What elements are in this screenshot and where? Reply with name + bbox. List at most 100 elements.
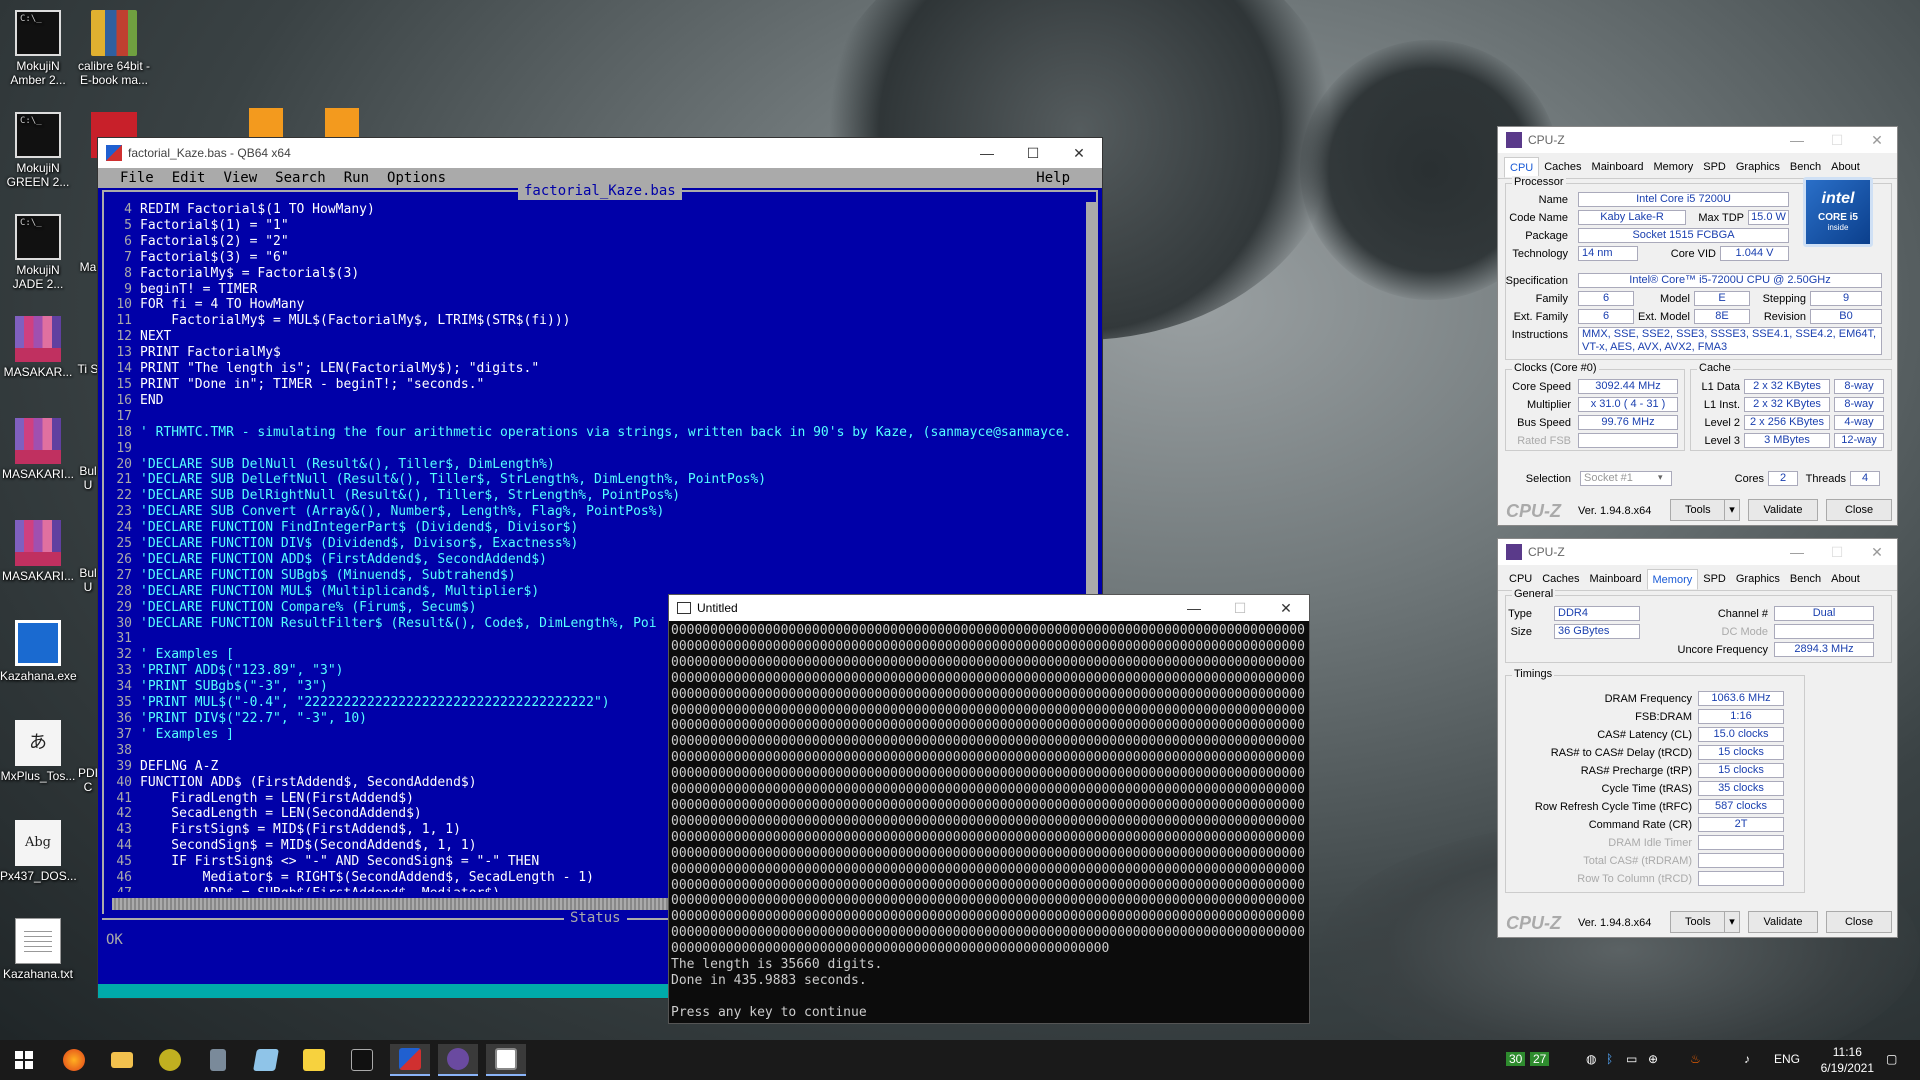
- code-line[interactable]: 12 NEXT: [106, 329, 1084, 345]
- taskbar-console[interactable]: [486, 1044, 526, 1076]
- tab-bench[interactable]: Bench: [1785, 157, 1826, 178]
- code-line[interactable]: 9 beginT! = TIMER: [106, 282, 1084, 298]
- close-app-button[interactable]: Close: [1826, 499, 1892, 521]
- code-line[interactable]: 6 Factorial$(2) = "2": [106, 234, 1084, 250]
- tray-icon-a[interactable]: 30: [1506, 1052, 1526, 1066]
- tab-memory[interactable]: Memory: [1649, 157, 1699, 178]
- tab-graphics[interactable]: Graphics: [1731, 157, 1785, 178]
- tab-caches[interactable]: Caches: [1537, 569, 1584, 590]
- tab-graphics[interactable]: Graphics: [1731, 569, 1785, 590]
- taskbar-firefox[interactable]: [54, 1044, 94, 1076]
- desktop-icon-masakari-1[interactable]: MASAKAR...: [0, 316, 76, 379]
- close-button[interactable]: ✕: [1857, 127, 1897, 153]
- desktop-icon-mxplus[interactable]: あ MxPlus_Tos...: [0, 720, 76, 783]
- code-line[interactable]: 7 Factorial$(3) = "6": [106, 250, 1084, 266]
- flame-icon[interactable]: ♨: [1690, 1052, 1701, 1066]
- code-line[interactable]: 16 END: [106, 393, 1084, 409]
- code-line[interactable]: 8 FactorialMy$ = Factorial$(3): [106, 266, 1084, 282]
- validate-button[interactable]: Validate: [1748, 911, 1818, 933]
- code-line[interactable]: 5 Factorial$(1) = "1": [106, 218, 1084, 234]
- code-line[interactable]: 18 ' RTHMTC.TMR - simulating the four ari…: [106, 425, 1084, 441]
- bluetooth-icon[interactable]: ᛒ: [1606, 1052, 1613, 1066]
- taskbar-notepad[interactable]: [246, 1044, 286, 1076]
- tab-cpu[interactable]: CPU: [1504, 569, 1537, 590]
- desktop-icon-px437[interactable]: Abg Px437_DOS...: [0, 820, 77, 883]
- menu-edit[interactable]: Edit: [172, 168, 206, 188]
- minimize-button[interactable]: —: [1777, 539, 1817, 565]
- code-line[interactable]: 13 PRINT FactorialMy$: [106, 345, 1084, 361]
- tools-dropdown-button[interactable]: ▾: [1724, 911, 1740, 933]
- tab-bench[interactable]: Bench: [1785, 569, 1826, 590]
- minimize-button[interactable]: —: [964, 138, 1010, 168]
- code-line[interactable]: 11 FactorialMy$ = MUL$(FactorialMy$, LTR…: [106, 313, 1084, 329]
- close-button[interactable]: ✕: [1857, 539, 1897, 565]
- code-line[interactable]: 15 PRINT "Done in"; TIMER - beginT!; "sec…: [106, 377, 1084, 393]
- language-indicator[interactable]: ENG: [1774, 1052, 1800, 1066]
- taskbar-explorer[interactable]: [102, 1044, 142, 1076]
- taskbar-terminal[interactable]: [342, 1044, 382, 1076]
- start-button[interactable]: [4, 1044, 44, 1076]
- close-app-button[interactable]: Close: [1826, 911, 1892, 933]
- tab-mainboard[interactable]: Mainboard: [1585, 569, 1647, 590]
- tab-memory[interactable]: Memory: [1646, 569, 1699, 590]
- globe-icon[interactable]: ⊕: [1648, 1052, 1658, 1066]
- speaker-icon[interactable]: ♪: [1744, 1052, 1750, 1066]
- maximize-button[interactable]: ☐: [1817, 127, 1857, 153]
- taskbar-qb64[interactable]: [390, 1044, 430, 1076]
- maximize-button[interactable]: ☐: [1217, 595, 1263, 621]
- code-line[interactable]: 21 'DECLARE SUB DelLeftNull (Result&(), T…: [106, 472, 1084, 488]
- code-line[interactable]: 24 'DECLARE FUNCTION FindIntegerPart$ (Di…: [106, 520, 1084, 536]
- tab-about[interactable]: About: [1826, 157, 1865, 178]
- desktop-icon-masakari-2[interactable]: MASAKARI...: [0, 418, 76, 481]
- validate-button[interactable]: Validate: [1748, 499, 1818, 521]
- tab-mainboard[interactable]: Mainboard: [1587, 157, 1649, 178]
- menu-view[interactable]: View: [223, 168, 257, 188]
- desktop-icon-kazahana-exe[interactable]: Kazahana.exe: [0, 620, 77, 683]
- taskbar-app-e[interactable]: [150, 1044, 190, 1076]
- close-button[interactable]: ✕: [1263, 595, 1309, 621]
- menu-file[interactable]: File: [120, 168, 154, 188]
- notification-icon[interactable]: ▢: [1886, 1052, 1897, 1066]
- code-line[interactable]: 10 FOR fi = 4 TO HowMany: [106, 297, 1084, 313]
- code-line[interactable]: 19: [106, 441, 1084, 457]
- tab-spd[interactable]: SPD: [1698, 157, 1731, 178]
- qb64-titlebar[interactable]: factorial_Kaze.bas - QB64 x64 — ☐ ✕: [98, 138, 1102, 168]
- menu-search[interactable]: Search: [275, 168, 326, 188]
- tab-caches[interactable]: Caches: [1539, 157, 1586, 178]
- tab-spd[interactable]: SPD: [1698, 569, 1731, 590]
- code-line[interactable]: 25 'DECLARE FUNCTION DIV$ (Dividend$, Div…: [106, 536, 1084, 552]
- desktop-icon-mokujin-jade[interactable]: MokujiN JADE 2...: [0, 214, 76, 291]
- code-line[interactable]: 23 'DECLARE SUB Convert (Array&(), Number…: [106, 504, 1084, 520]
- console-titlebar[interactable]: Untitled — ☐ ✕: [669, 595, 1309, 621]
- taskbar-calculator[interactable]: [198, 1044, 238, 1076]
- code-line[interactable]: 22 'DECLARE SUB DelRightNull (Result&(), …: [106, 488, 1084, 504]
- tab-cpu[interactable]: CPU: [1504, 157, 1540, 178]
- cpuz-titlebar[interactable]: CPU-Z — ☐ ✕: [1498, 539, 1897, 565]
- desktop-icon-masakari-3[interactable]: MASAKARI...: [0, 520, 76, 583]
- menu-options[interactable]: Options: [387, 168, 446, 188]
- battery-icon[interactable]: ▭: [1626, 1052, 1637, 1066]
- desktop-icon-mokujin-green[interactable]: MokujiN GREEN 2...: [0, 112, 76, 189]
- minimize-button[interactable]: —: [1171, 595, 1217, 621]
- taskbar-cpuz[interactable]: [438, 1044, 478, 1076]
- maximize-button[interactable]: ☐: [1817, 539, 1857, 565]
- clock[interactable]: 11:16 6/19/2021: [1821, 1044, 1874, 1076]
- code-line[interactable]: 27 'DECLARE FUNCTION SUBgb$ (Minuend$, Su…: [106, 568, 1084, 584]
- code-line[interactable]: 14 PRINT "The length is"; LEN(FactorialMy…: [106, 361, 1084, 377]
- maximize-button[interactable]: ☐: [1010, 138, 1056, 168]
- tools-dropdown-button[interactable]: ▾: [1724, 499, 1740, 521]
- code-line[interactable]: 4 REDIM Factorial$(1 TO HowMany): [106, 202, 1084, 218]
- menu-run[interactable]: Run: [344, 168, 369, 188]
- close-button[interactable]: ✕: [1056, 138, 1102, 168]
- cpuz-memory-window[interactable]: CPU-Z — ☐ ✕ CPU Caches Mainboard Memory …: [1497, 538, 1898, 938]
- taskbar-sticky[interactable]: [294, 1044, 334, 1076]
- code-line[interactable]: 20 'DECLARE SUB DelNull (Result&(), Tille…: [106, 457, 1084, 473]
- desktop-icon-kazahana-txt[interactable]: Kazahana.txt: [0, 918, 76, 981]
- network-icon[interactable]: ◍: [1586, 1052, 1596, 1066]
- console-window[interactable]: Untitled — ☐ ✕ 0000000000000000000000000…: [668, 594, 1310, 1024]
- tab-about[interactable]: About: [1826, 569, 1865, 590]
- cpuz-titlebar[interactable]: CPU-Z — ☐ ✕: [1498, 127, 1897, 153]
- menu-help[interactable]: Help: [1036, 168, 1070, 188]
- desktop-icon-calibre[interactable]: calibre 64bit - E-book ma...: [76, 10, 152, 87]
- code-line[interactable]: 17: [106, 409, 1084, 425]
